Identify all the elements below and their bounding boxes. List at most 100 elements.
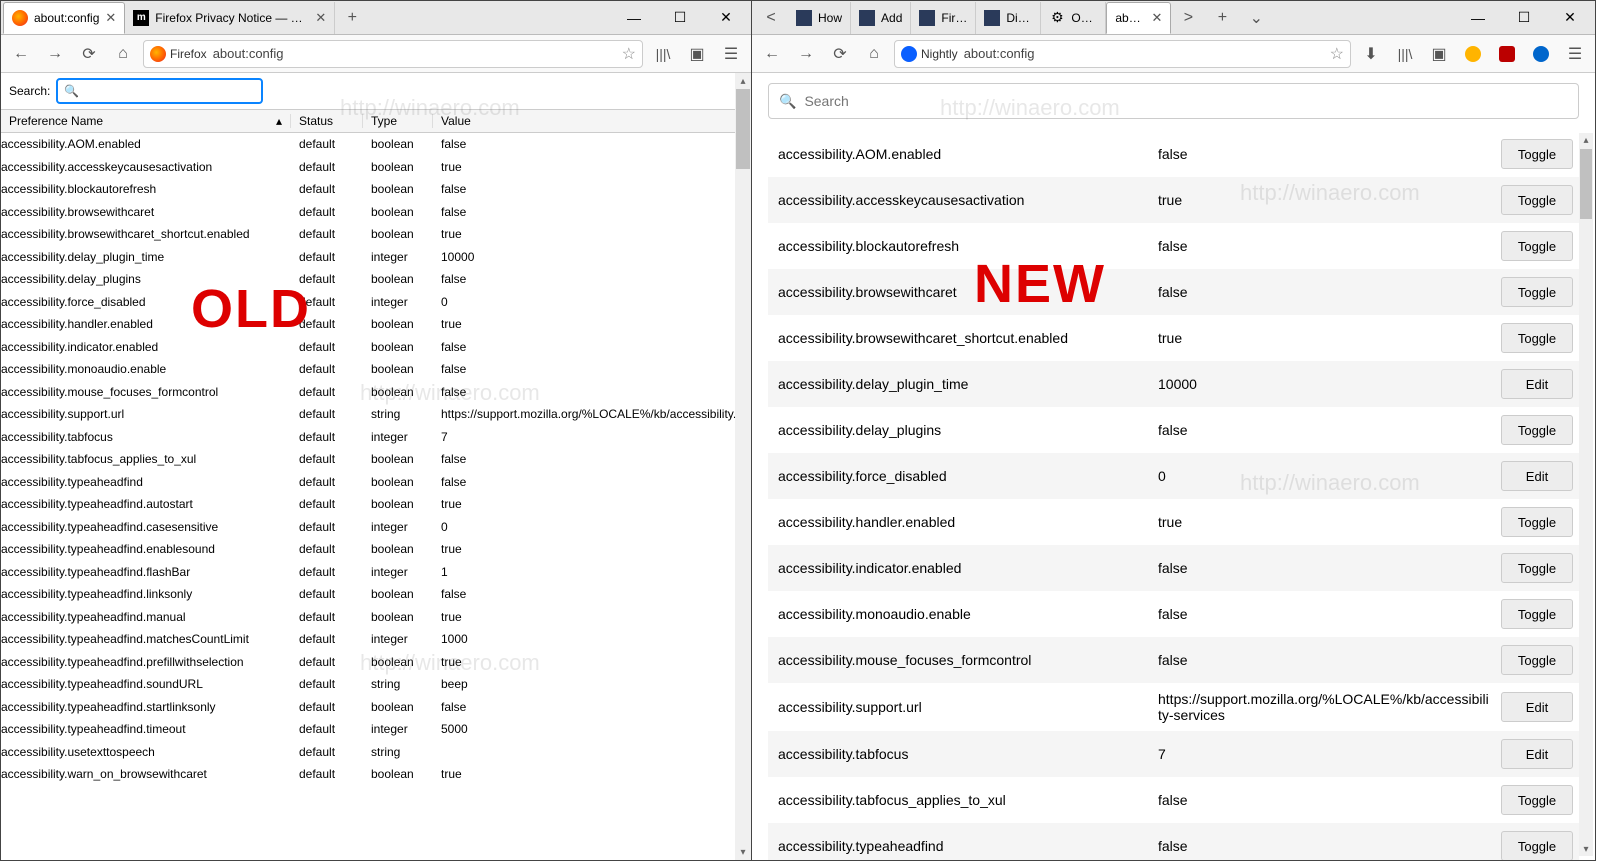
vertical-scrollbar[interactable]: ▴ ▾ [735, 73, 751, 860]
list-item[interactable]: accessibility.tabfocus_applies_to_xulfal… [768, 777, 1579, 823]
toggle-button[interactable]: Toggle [1501, 139, 1573, 169]
toggle-button[interactable]: Toggle [1501, 185, 1573, 215]
home-button[interactable]: ⌂ [860, 40, 888, 68]
close-button[interactable]: ✕ [1547, 2, 1593, 34]
header-preference-name[interactable]: Preference Name▴ [1, 114, 291, 128]
table-row[interactable]: accessibility.browsewithcaretdefaultbool… [1, 201, 751, 224]
scroll-thumb[interactable] [1580, 149, 1592, 219]
table-row[interactable]: accessibility.typeaheadfind.prefillwiths… [1, 651, 751, 674]
header-status[interactable]: Status [291, 114, 363, 128]
identity-box[interactable]: Firefox [150, 46, 207, 62]
list-item[interactable]: accessibility.force_disabled0Edit [768, 453, 1579, 499]
list-item[interactable]: accessibility.handler.enabledtrueToggle [768, 499, 1579, 545]
new-tab-button[interactable]: + [1205, 2, 1239, 34]
scroll-up-icon[interactable]: ▴ [1579, 133, 1593, 147]
list-item[interactable]: accessibility.blockautorefreshfalseToggl… [768, 223, 1579, 269]
library-button[interactable]: |||\ [649, 40, 677, 68]
extension-ublock[interactable] [1493, 40, 1521, 68]
toggle-button[interactable]: Toggle [1501, 553, 1573, 583]
table-row[interactable]: accessibility.delay_pluginsdefaultboolea… [1, 268, 751, 291]
toggle-button[interactable]: Toggle [1501, 277, 1573, 307]
toggle-button[interactable]: Toggle [1501, 507, 1573, 537]
toggle-button[interactable]: Toggle [1501, 831, 1573, 860]
table-row[interactable]: accessibility.tabfocusdefaultinteger7 [1, 426, 751, 449]
downloads-button[interactable]: ⬇ [1357, 40, 1385, 68]
table-row[interactable]: accessibility.typeaheadfinddefaultboolea… [1, 471, 751, 494]
library-button[interactable]: |||\ [1391, 40, 1419, 68]
list-item[interactable]: accessibility.tabfocus7Edit [768, 731, 1579, 777]
table-row[interactable]: accessibility.typeaheadfind.startlinkson… [1, 696, 751, 719]
forward-button[interactable]: → [792, 40, 820, 68]
toggle-button[interactable]: Toggle [1501, 231, 1573, 261]
table-row[interactable]: accessibility.force_disableddefaultinteg… [1, 291, 751, 314]
table-row[interactable]: accessibility.mouse_focuses_formcontrold… [1, 381, 751, 404]
tab-aboutconfig[interactable]: about:✕ [1106, 2, 1171, 34]
toggle-button[interactable]: Toggle [1501, 645, 1573, 675]
tab-add[interactable]: Add [851, 2, 911, 34]
list-item[interactable]: accessibility.delay_plugin_time10000Edit [768, 361, 1579, 407]
table-row[interactable]: accessibility.support.urldefaultstringht… [1, 403, 751, 426]
toggle-button[interactable]: Toggle [1501, 415, 1573, 445]
tab-scroll-right[interactable]: > [1171, 2, 1205, 34]
extension-privacy[interactable] [1527, 40, 1555, 68]
table-row[interactable]: accessibility.handler.enableddefaultbool… [1, 313, 751, 336]
list-item[interactable]: accessibility.browsewithcaretfalseToggle [768, 269, 1579, 315]
tab-aboutconfig[interactable]: about:config ✕ [3, 2, 125, 34]
table-row[interactable]: accessibility.typeaheadfind.autostartdef… [1, 493, 751, 516]
tab-how[interactable]: How [788, 2, 851, 34]
all-tabs-button[interactable]: ⌄ [1239, 2, 1273, 34]
menu-button[interactable]: ☰ [717, 40, 745, 68]
scroll-up-icon[interactable]: ▴ [735, 73, 751, 89]
scroll-down-icon[interactable]: ▾ [735, 844, 751, 860]
table-row[interactable]: accessibility.typeaheadfind.linksonlydef… [1, 583, 751, 606]
tab-scroll-left[interactable]: < [754, 2, 788, 34]
url-bar[interactable]: Nightly about:config ☆ [894, 40, 1351, 68]
vertical-scrollbar[interactable]: ▴ ▾ [1579, 133, 1593, 856]
close-button[interactable]: ✕ [703, 2, 749, 34]
toggle-button[interactable]: Toggle [1501, 599, 1573, 629]
table-row[interactable]: accessibility.typeaheadfind.enablesoundd… [1, 538, 751, 561]
new-tab-button[interactable]: + [335, 2, 369, 34]
table-row[interactable]: accessibility.accesskeycausesactivationd… [1, 156, 751, 179]
minimize-button[interactable]: — [611, 2, 657, 34]
preferences-list[interactable]: accessibility.AOM.enabledfalseToggleacce… [768, 131, 1579, 860]
header-value[interactable]: Value [433, 114, 751, 128]
tab-firefox[interactable]: Firefo [911, 2, 976, 34]
reload-button[interactable]: ⟳ [75, 40, 103, 68]
search-bar[interactable]: 🔍 [768, 83, 1579, 119]
reload-button[interactable]: ⟳ [826, 40, 854, 68]
list-item[interactable]: accessibility.delay_pluginsfalseToggle [768, 407, 1579, 453]
identity-box[interactable]: Nightly [901, 46, 958, 62]
sidebar-button[interactable]: ▣ [1425, 40, 1453, 68]
scroll-thumb[interactable] [736, 89, 750, 169]
tab-privacy-notice[interactable]: m Firefox Privacy Notice — Mozi ✕ [125, 2, 335, 34]
table-row[interactable]: accessibility.browsewithcaret_shortcut.e… [1, 223, 751, 246]
minimize-button[interactable]: — [1455, 2, 1501, 34]
table-row[interactable]: accessibility.typeaheadfind.matchesCount… [1, 628, 751, 651]
table-row[interactable]: accessibility.typeaheadfind.casesensitiv… [1, 516, 751, 539]
table-row[interactable]: accessibility.typeaheadfind.soundURLdefa… [1, 673, 751, 696]
tab-disab[interactable]: Disab [976, 2, 1041, 34]
list-item[interactable]: accessibility.AOM.enabledfalseToggle [768, 131, 1579, 177]
edit-button[interactable]: Edit [1501, 369, 1573, 399]
bookmark-star-icon[interactable]: ☆ [622, 44, 636, 64]
table-row[interactable]: accessibility.tabfocus_applies_to_xuldef… [1, 448, 751, 471]
header-type[interactable]: Type [363, 114, 433, 128]
sidebar-button[interactable]: ▣ [683, 40, 711, 68]
list-item[interactable]: accessibility.accesskeycausesactivationt… [768, 177, 1579, 223]
table-row[interactable]: accessibility.delay_plugin_timedefaultin… [1, 246, 751, 269]
extension-1[interactable] [1459, 40, 1487, 68]
list-item[interactable]: accessibility.mouse_focuses_formcontrolf… [768, 637, 1579, 683]
forward-button[interactable]: → [41, 40, 69, 68]
tab-options[interactable]: ⚙Option [1041, 2, 1106, 34]
url-bar[interactable]: Firefox about:config ☆ [143, 40, 643, 68]
table-row[interactable]: accessibility.typeaheadfind.flashBardefa… [1, 561, 751, 584]
list-item[interactable]: accessibility.typeaheadfindfalseToggle [768, 823, 1579, 860]
table-row[interactable]: accessibility.indicator.enableddefaultbo… [1, 336, 751, 359]
back-button[interactable]: ← [7, 40, 35, 68]
list-item[interactable]: accessibility.indicator.enabledfalseTogg… [768, 545, 1579, 591]
edit-button[interactable]: Edit [1501, 461, 1573, 491]
home-button[interactable]: ⌂ [109, 40, 137, 68]
list-item[interactable]: accessibility.monoaudio.enablefalseToggl… [768, 591, 1579, 637]
table-row[interactable]: accessibility.AOM.enableddefaultbooleanf… [1, 133, 751, 156]
